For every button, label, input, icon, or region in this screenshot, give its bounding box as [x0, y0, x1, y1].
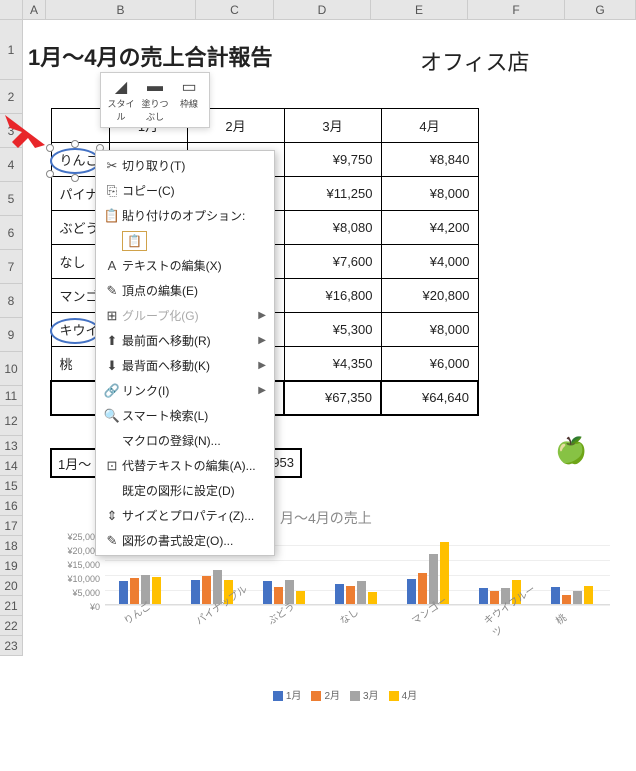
ctx-item[interactable]: ✎図形の書式設定(O)...	[96, 528, 274, 553]
toolbar-枠線[interactable]: ▭枠線	[173, 77, 205, 123]
row-header[interactable]: 20	[0, 576, 23, 596]
chart-bar[interactable]	[191, 580, 200, 604]
row-header[interactable]: 23	[0, 636, 23, 656]
row-header[interactable]: 15	[0, 476, 23, 496]
selected-oval-shape[interactable]	[50, 148, 100, 174]
row-header[interactable]: 1	[0, 20, 23, 80]
ctx-paste-option[interactable]: 📋	[96, 228, 274, 253]
col-header[interactable]: D	[274, 0, 371, 19]
row-header[interactable]: 11	[0, 386, 23, 406]
col-header[interactable]: G	[565, 0, 636, 19]
row-header[interactable]: 4	[0, 148, 23, 182]
ctx-item[interactable]: ⬇最背面へ移動(K)▶	[96, 353, 274, 378]
row-header[interactable]: 7	[0, 250, 23, 284]
row-header[interactable]: 10	[0, 352, 23, 386]
row-header[interactable]: 22	[0, 616, 23, 636]
resize-handle[interactable]	[71, 174, 79, 182]
ctx-item[interactable]: ⇕サイズとプロパティ(Z)...	[96, 503, 274, 528]
chart-bar[interactable]	[130, 578, 139, 604]
chart-bar[interactable]	[418, 573, 427, 604]
chart-bar[interactable]	[335, 584, 344, 604]
table-header: 4月	[381, 109, 478, 143]
ctx-item[interactable]: Aテキストの編集(X)	[96, 253, 274, 278]
red-arrow	[0, 110, 50, 150]
ctx-item[interactable]: ⊡代替テキストの編集(A)...	[96, 453, 274, 478]
col-header[interactable]: E	[371, 0, 468, 19]
row-header[interactable]: 21	[0, 596, 23, 616]
col-header[interactable]: A	[23, 0, 46, 19]
chart-bar[interactable]	[551, 587, 560, 604]
ctx-item[interactable]: 既定の図形に設定(D)	[96, 478, 274, 503]
chart-legend: 1月2月3月4月	[60, 687, 620, 702]
row-header[interactable]: 18	[0, 536, 23, 556]
table-header: 3月	[284, 109, 381, 143]
ctx-item[interactable]: 🔗リンク(I)▶	[96, 378, 274, 403]
col-header[interactable]: B	[46, 0, 196, 19]
row-header[interactable]: 19	[0, 556, 23, 576]
row-header[interactable]: 12	[0, 406, 23, 436]
ctx-item[interactable]: 🔍スマート検索(L)	[96, 403, 274, 428]
oval-shape[interactable]	[50, 318, 100, 344]
ctx-item[interactable]: マクロの登録(N)...	[96, 428, 274, 453]
row-header[interactable]: 14	[0, 456, 23, 476]
row-header[interactable]: 9	[0, 318, 23, 352]
row-header[interactable]: 6	[0, 216, 23, 250]
context-menu[interactable]: ✂切り取り(T)⎘コピー(C)📋貼り付けのオプション:📋Aテキストの編集(X)✎…	[95, 150, 275, 556]
chart-bar[interactable]	[479, 588, 488, 604]
col-header[interactable]: F	[468, 0, 565, 19]
chart-y-axis: ¥25,000¥20,000¥15,000¥10,000¥5,000¥0	[60, 530, 100, 614]
ctx-item[interactable]: ⬆最前面へ移動(R)▶	[96, 328, 274, 353]
resize-handle[interactable]	[46, 170, 54, 178]
row-header[interactable]: 2	[0, 80, 23, 114]
chart-bar[interactable]	[202, 576, 211, 604]
col-header[interactable]: C	[196, 0, 274, 19]
ctx-section: 📋貼り付けのオプション:	[96, 203, 274, 228]
ctx-item: ⊞グループ化(G)▶	[96, 303, 274, 328]
row-header[interactable]: 5	[0, 182, 23, 216]
chart-title: 月～4月の売上	[280, 508, 372, 528]
chart-bar[interactable]	[407, 579, 416, 604]
row-header[interactable]: 16	[0, 496, 23, 516]
row-header[interactable]: 8	[0, 284, 23, 318]
column-headers: ABCDEFG	[0, 0, 636, 20]
ctx-item[interactable]: ⎘コピー(C)	[96, 178, 274, 203]
toolbar-スタイル[interactable]: ◢スタイル	[105, 77, 137, 123]
page-title: 1月～4月の売上合計報告	[28, 40, 272, 72]
chart-bar[interactable]	[119, 581, 128, 604]
toolbar-塗りつぶし[interactable]: ▬塗りつぶし	[139, 77, 171, 123]
store-name: オフィス店	[420, 45, 530, 77]
chart-bar[interactable]	[263, 581, 272, 604]
row-header[interactable]: 13	[0, 436, 23, 456]
row-header[interactable]: 17	[0, 516, 23, 536]
resize-handle[interactable]	[71, 140, 79, 148]
apple-icon: 🍏	[555, 435, 587, 466]
ctx-item[interactable]: ✂切り取り(T)	[96, 153, 274, 178]
ctx-item[interactable]: ✎頂点の編集(E)	[96, 278, 274, 303]
resize-handle[interactable]	[46, 144, 54, 152]
mini-toolbar[interactable]: ◢スタイル▬塗りつぶし▭枠線	[100, 72, 210, 128]
